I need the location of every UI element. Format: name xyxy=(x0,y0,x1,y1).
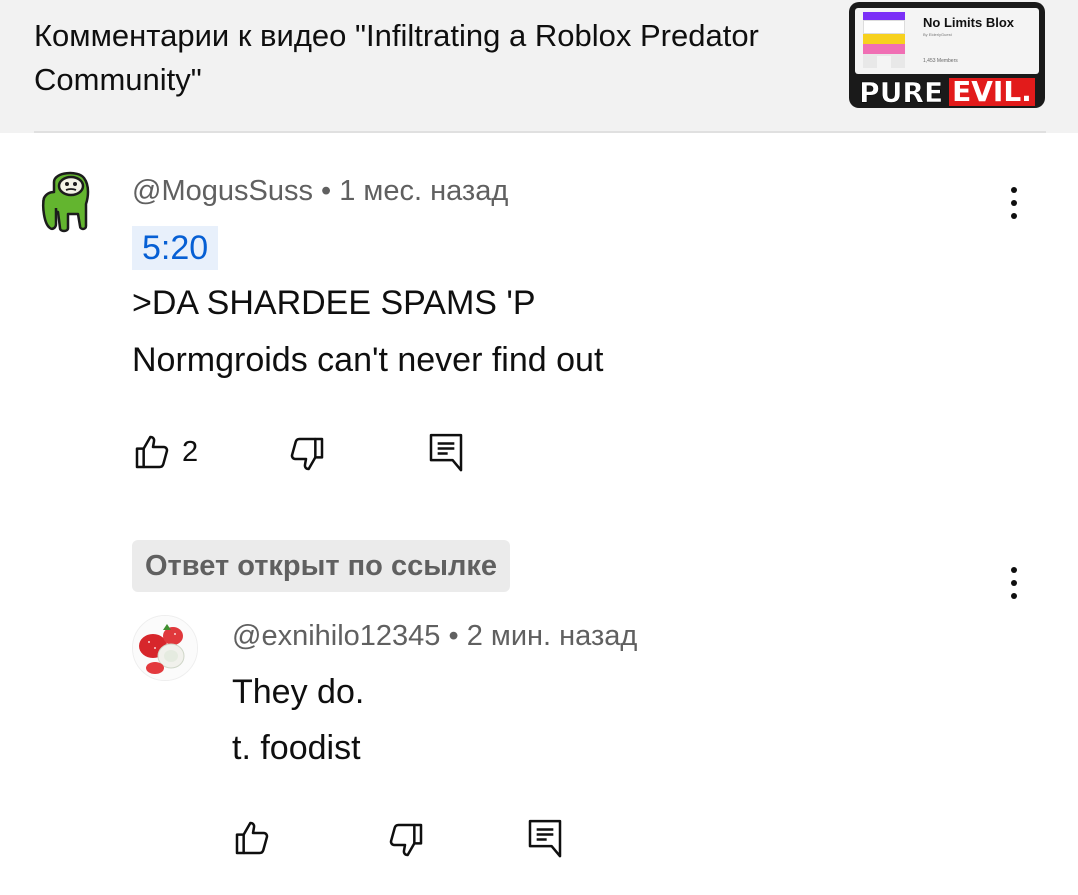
reply-time: 2 мин. назад xyxy=(466,620,638,652)
video-thumbnail[interactable]: No Limits Blox By ElderlyGuest 1,453 Mem… xyxy=(849,2,1045,108)
reply-text-line-1: They do. xyxy=(232,673,365,711)
reply-menu-button[interactable] xyxy=(1004,563,1024,603)
thumbnail-overlay-pure: PURE xyxy=(859,75,944,108)
comments-title: Комментарии к видео "Infiltrating a Robl… xyxy=(34,18,759,97)
reply-text-line-2: t. foodist xyxy=(232,729,361,767)
thumbnail-group-panel: No Limits Blox By ElderlyGuest 1,453 Mem… xyxy=(855,8,1039,74)
thumbnail-group-subtext: By ElderlyGuest xyxy=(923,32,952,37)
comment-author-line: @MogusSuss • 1 мес. назад xyxy=(132,175,508,208)
reply-comment-icon xyxy=(528,819,562,858)
reply-reply-button[interactable] xyxy=(525,816,565,858)
comment-menu-button[interactable] xyxy=(1004,183,1024,223)
comment-reply-button[interactable] xyxy=(426,430,466,472)
comment-author[interactable]: @MogusSuss xyxy=(132,175,313,207)
comments-header: Комментарии к видео "Infiltrating a Robl… xyxy=(0,0,1078,133)
strawberry-avatar-icon[interactable] xyxy=(132,615,198,681)
thumbs-up-icon xyxy=(135,435,169,469)
green-amogus-avatar-icon[interactable] xyxy=(38,168,94,234)
like-count: 2 xyxy=(182,435,199,468)
meta-separator: • xyxy=(321,175,332,207)
reply-author-line: @exnihilo12345 • 2 мин. назад xyxy=(232,620,637,653)
linked-reply-badge: Ответ открыт по ссылке xyxy=(132,540,511,592)
meta-separator: • xyxy=(448,620,459,652)
comment-time: 1 мес. назад xyxy=(339,175,509,207)
thumbs-down-icon xyxy=(290,437,324,471)
thumbnail-overlay-text: PURE EVIL. xyxy=(849,75,1045,108)
comment-dislike-button[interactable] xyxy=(287,434,327,474)
reply-comment-icon xyxy=(429,433,463,472)
group-logo-icon xyxy=(863,12,905,68)
reply-author[interactable]: @exnihilo12345 xyxy=(232,620,440,652)
comment-text-line-2: Normgroids can't never find out xyxy=(132,341,604,379)
thumbnail-group-members: 1,453 Members xyxy=(923,58,958,64)
comment-text-line-1: >DA SHARDEE SPAMS 'P xyxy=(132,284,536,322)
header-divider xyxy=(34,131,1046,133)
reply-dislike-button[interactable] xyxy=(386,820,426,860)
thumbs-up-icon xyxy=(235,821,269,855)
thumbnail-overlay-evil: EVIL. xyxy=(949,78,1035,106)
comment-like-button[interactable]: 2 xyxy=(132,432,198,472)
timestamp-link[interactable]: 5:20 xyxy=(132,226,219,270)
thumbnail-group-name: No Limits Blox xyxy=(923,15,1015,30)
reply-like-button[interactable] xyxy=(232,818,272,858)
thumbs-down-icon xyxy=(389,823,423,857)
